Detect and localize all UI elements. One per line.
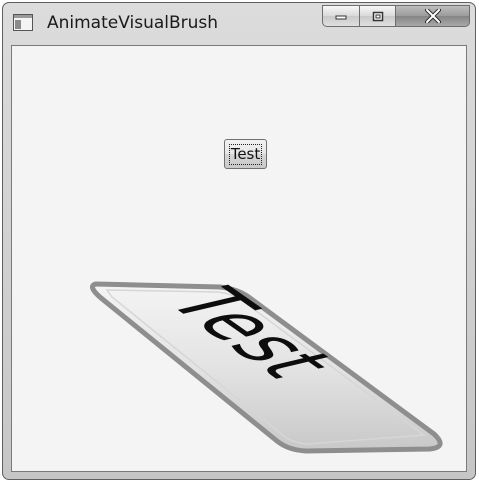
client-area: Test Test (11, 45, 467, 472)
title-bar[interactable]: AnimateVisualBrush (3, 3, 475, 45)
close-button[interactable] (396, 5, 470, 27)
minimize-icon (335, 15, 347, 20)
caption-buttons (322, 5, 470, 27)
app-window-icon[interactable] (13, 14, 33, 31)
window-title: AnimateVisualBrush (47, 13, 219, 33)
close-icon (424, 9, 441, 23)
maximize-button[interactable] (360, 5, 396, 27)
app-window: AnimateVisualBrush Test Test (2, 2, 476, 480)
maximize-icon (372, 11, 383, 21)
minimize-button[interactable] (322, 5, 360, 27)
animated-visual-brush: Test (90, 277, 443, 454)
